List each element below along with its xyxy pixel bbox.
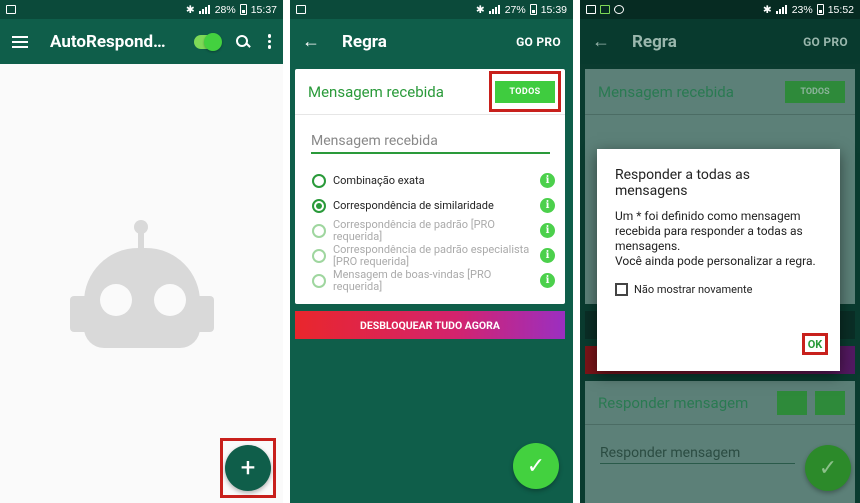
add-rule-button[interactable]: + [225, 445, 271, 491]
battery-percent: 23% [791, 3, 813, 16]
radio-icon [312, 223, 326, 238]
check-icon: ✓ [526, 453, 546, 479]
reply-message-input[interactable]: Responder mensagem [600, 445, 795, 464]
page-title: Regra [632, 31, 677, 52]
option-label: Correspondência de padrão especialista [… [333, 242, 530, 268]
back-arrow-icon[interactable]: ← [302, 31, 320, 52]
radio-checked-icon [312, 198, 326, 213]
battery-icon [816, 4, 824, 15]
option-label: Combinação exata [333, 173, 425, 187]
radio-icon [312, 248, 326, 263]
battery-icon [239, 4, 247, 15]
status-bar: ✱ 23% 15:52 [580, 0, 860, 19]
status-bar: ✱ 27% 15:39 [290, 0, 573, 19]
app-toolbar: AutoRespond… [0, 19, 283, 64]
status-bar: ✱ 28% 15:37 [0, 0, 283, 19]
radio-icon [312, 273, 326, 288]
clock: 15:39 [540, 3, 567, 16]
option-exact-match[interactable]: Combinação exata i [312, 168, 555, 193]
option-similarity[interactable]: Correspondência de similaridade i [312, 193, 555, 218]
info-icon[interactable]: i [540, 248, 555, 263]
card-title: Mensagem recebida [308, 82, 444, 101]
option-welcome[interactable]: Mensagem de boas-vindas [PRO requerida] … [312, 268, 555, 293]
page-title: Regra [342, 31, 387, 52]
tag-icon[interactable] [815, 390, 845, 415]
whatsapp-icon [614, 5, 624, 14]
location-icon[interactable] [777, 390, 807, 415]
rule-toolbar: ← Regra GO PRO [580, 19, 860, 64]
go-pro-button[interactable]: GO PRO [516, 35, 561, 49]
more-options-icon[interactable] [267, 34, 271, 49]
highlight-box [489, 71, 561, 112]
screen-home: ✱ 28% 15:37 AutoRespond… + [0, 0, 283, 503]
info-icon[interactable]: i [540, 273, 555, 288]
info-icon[interactable]: i [540, 198, 555, 213]
received-message-input[interactable]: Mensagem recebida [311, 133, 550, 154]
option-expert-pattern[interactable]: Correspondência de padrão especialista [… [312, 243, 555, 268]
plus-icon: + [240, 453, 256, 483]
checkbox-label: Não mostrar novamente [634, 283, 753, 296]
card-title: Responder mensagem [598, 393, 749, 412]
robot-placeholder-icon [70, 220, 214, 350]
save-rule-button[interactable]: ✓ [805, 445, 851, 491]
dialog-title: Responder a todas as mensagens [615, 167, 750, 199]
checkbox-icon [615, 283, 628, 296]
signal-icon [775, 5, 788, 14]
dont-show-again-checkbox[interactable]: Não mostrar novamente [615, 283, 822, 296]
clock: 15:37 [250, 3, 277, 16]
screen-rule: ✱ 27% 15:39 ← Regra GO PRO Mensagem rece… [290, 0, 573, 503]
battery-icon [529, 4, 537, 15]
reply-all-dialog: Responder a todas as mensagens Um * foi … [597, 149, 840, 371]
app-notification-icon [600, 5, 610, 14]
signal-icon [198, 5, 211, 14]
image-icon [6, 5, 16, 14]
option-label: Correspondência de similaridade [333, 198, 494, 212]
info-icon[interactable]: i [540, 173, 555, 188]
option-label: Correspondência de padrão [PRO requerida… [333, 217, 495, 243]
battery-percent: 28% [214, 3, 236, 16]
radio-icon [312, 173, 326, 188]
option-pattern[interactable]: Correspondência de padrão [PRO requerida… [312, 218, 555, 243]
signal-icon [488, 5, 501, 14]
unlock-all-button[interactable]: DESBLOQUEAR TUDO AGORA [295, 311, 565, 339]
save-rule-button[interactable]: ✓ [513, 443, 559, 489]
search-icon[interactable] [235, 34, 250, 49]
option-label: Mensagem de boas-vindas [PRO requerida] [333, 267, 492, 293]
ok-button[interactable]: OK [802, 333, 828, 355]
match-options: Combinação exata i Correspondência de si… [312, 168, 555, 293]
image-icon [296, 5, 306, 14]
clock: 15:52 [827, 3, 854, 16]
screen-rule-dialog: ✱ 23% 15:52 ← Regra GO PRO Mensagem rece… [580, 0, 860, 503]
bluetooth-icon: ✱ [475, 3, 485, 16]
menu-icon[interactable] [12, 35, 28, 48]
todos-button[interactable]: TODOS [785, 80, 845, 103]
image-icon [586, 5, 596, 14]
go-pro-button[interactable]: GO PRO [803, 35, 848, 49]
bluetooth-icon: ✱ [185, 3, 195, 16]
dialog-message: Um * foi definido como mensagem recebida… [615, 209, 816, 268]
info-icon[interactable]: i [540, 223, 555, 238]
back-arrow-icon[interactable]: ← [592, 31, 610, 52]
bluetooth-icon: ✱ [762, 3, 772, 16]
card-title: Mensagem recebida [598, 82, 734, 101]
autoreply-toggle[interactable] [193, 32, 222, 51]
rule-toolbar: ← Regra GO PRO [290, 19, 573, 64]
check-icon: ✓ [818, 455, 838, 481]
app-title: AutoRespond… [50, 31, 166, 52]
battery-percent: 27% [504, 3, 526, 16]
